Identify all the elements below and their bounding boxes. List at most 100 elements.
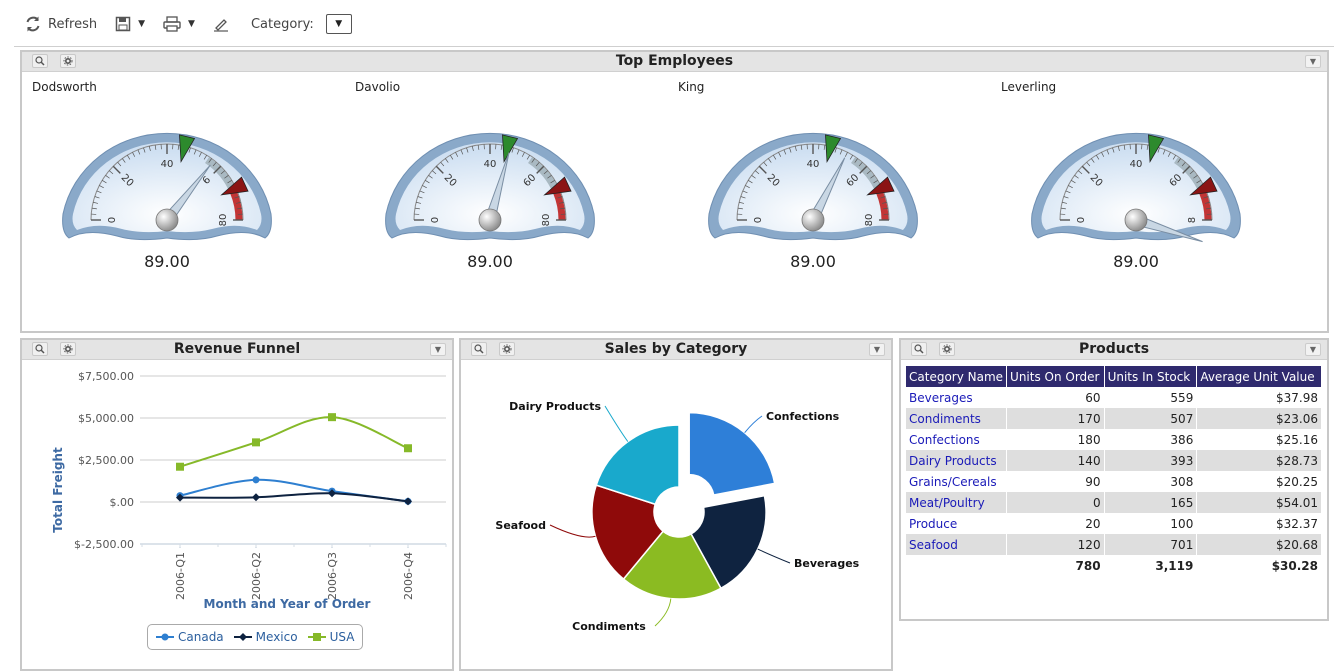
category-link[interactable]: Seafood bbox=[906, 534, 1007, 555]
y-tick-label: $7,500.00 bbox=[78, 370, 134, 383]
x-tick-label: 2006-Q1 bbox=[174, 552, 187, 600]
top-employees-panel: Top Employees ▼ Dodsworth0204068089.00Da… bbox=[20, 50, 1329, 333]
legend-item-mexico[interactable]: Mexico bbox=[234, 630, 298, 644]
table-cell: 308 bbox=[1104, 471, 1197, 492]
panel-menu-dropdown[interactable]: ▼ bbox=[1305, 55, 1321, 68]
data-point-mexico[interactable] bbox=[252, 493, 260, 501]
gauge-tick-label: 0 bbox=[428, 217, 439, 223]
table-row: Seafood120701$20.68 bbox=[906, 534, 1322, 555]
table-cell: $25.16 bbox=[1197, 429, 1322, 450]
panel-menu-dropdown[interactable]: ▼ bbox=[430, 343, 446, 356]
save-dropdown-caret[interactable]: ▼ bbox=[138, 19, 145, 29]
column-header[interactable]: Average Unit Value bbox=[1197, 366, 1322, 387]
x-tick-label: 2006-Q3 bbox=[326, 552, 339, 600]
table-row: Produce20100$32.37 bbox=[906, 513, 1322, 534]
y-tick-label: $.00 bbox=[110, 496, 135, 509]
table-cell: 100 bbox=[1104, 513, 1197, 534]
pie-label-connector bbox=[758, 549, 790, 563]
table-cell: 170 bbox=[1007, 408, 1105, 429]
panel-menu-dropdown[interactable]: ▼ bbox=[869, 343, 885, 356]
category-select[interactable]: ▼ bbox=[326, 14, 352, 34]
data-point-usa[interactable] bbox=[404, 444, 412, 452]
table-cell: $20.68 bbox=[1197, 534, 1322, 555]
data-point-usa[interactable] bbox=[252, 438, 260, 446]
category-link[interactable]: Confections bbox=[906, 429, 1007, 450]
category-link[interactable]: Condiments bbox=[906, 408, 1007, 429]
gauge-tick-label: 40 bbox=[484, 159, 497, 170]
refresh-label: Refresh bbox=[48, 17, 97, 32]
pie-slice-confections[interactable] bbox=[689, 413, 774, 495]
print-dropdown-caret[interactable]: ▼ bbox=[188, 19, 195, 29]
gauge-value: 89.00 bbox=[410, 252, 570, 271]
data-point-mexico[interactable] bbox=[404, 497, 412, 505]
panel-title: Sales by Category bbox=[461, 341, 891, 357]
gauge-label: Davolio bbox=[355, 80, 400, 94]
gauge-tick-label: 80 bbox=[864, 214, 875, 227]
data-point-usa[interactable] bbox=[176, 463, 184, 471]
category-link[interactable]: Produce bbox=[906, 513, 1007, 534]
panel-header: Revenue Funnel ▼ bbox=[22, 340, 452, 360]
column-header[interactable]: Units In Stock bbox=[1104, 366, 1197, 387]
column-header[interactable]: Units On Order bbox=[1007, 366, 1105, 387]
pie-label-connector bbox=[745, 416, 762, 433]
print-icon bbox=[163, 16, 181, 32]
table-cell: $37.98 bbox=[1197, 387, 1322, 408]
y-tick-label: $5,000.00 bbox=[78, 412, 134, 425]
gauge-knob bbox=[156, 209, 178, 231]
category-link[interactable]: Dairy Products bbox=[906, 450, 1007, 471]
gauge-dodsworth: Dodsworth0204068089.00 bbox=[27, 80, 351, 300]
save-button[interactable]: ▼ bbox=[115, 16, 145, 32]
series-line-usa bbox=[180, 417, 408, 467]
gauge-label: Dodsworth bbox=[32, 80, 97, 94]
gauge-label: Leverling bbox=[1001, 80, 1056, 94]
refresh-button[interactable]: Refresh bbox=[24, 15, 97, 33]
totals-row: 7803,119$30.28 bbox=[906, 555, 1322, 576]
table-cell: 507 bbox=[1104, 408, 1197, 429]
table-cell: 393 bbox=[1104, 450, 1197, 471]
gauge-leverling: Leverling0204060889.00 bbox=[996, 80, 1320, 300]
table-cell: $23.06 bbox=[1197, 408, 1322, 429]
y-tick-label: $-2,500.00 bbox=[74, 538, 134, 551]
products-table: Category NameUnits On OrderUnits In Stoc… bbox=[906, 366, 1322, 576]
category-link[interactable]: Grains/Cereals bbox=[906, 471, 1007, 492]
gauge-king: King02040608089.00 bbox=[673, 80, 997, 300]
gauge-tick-label: 8 bbox=[1187, 217, 1198, 223]
table-row: Meat/Poultry0165$54.01 bbox=[906, 492, 1322, 513]
data-point-usa[interactable] bbox=[328, 413, 336, 421]
table-row: Beverages60559$37.98 bbox=[906, 387, 1322, 408]
pie-label-connector bbox=[655, 599, 671, 626]
category-link[interactable]: Meat/Poultry bbox=[906, 492, 1007, 513]
table-row: Confections180386$25.16 bbox=[906, 429, 1322, 450]
gauge-tick-label: 0 bbox=[1074, 217, 1085, 223]
data-point-canada[interactable] bbox=[253, 476, 260, 483]
table-cell: 20 bbox=[1007, 513, 1105, 534]
gauge-label: King bbox=[678, 80, 704, 94]
category-link[interactable]: Beverages bbox=[906, 387, 1007, 408]
pie-label: Beverages bbox=[794, 557, 860, 570]
gauge-tick-label: 80 bbox=[218, 214, 229, 227]
print-button[interactable]: ▼ bbox=[163, 16, 195, 32]
pie-label: Condiments bbox=[572, 620, 646, 633]
panel-menu-dropdown[interactable]: ▼ bbox=[1305, 343, 1321, 356]
legend-swatch bbox=[308, 632, 326, 642]
panel-header: Sales by Category ▼ bbox=[461, 340, 891, 360]
revenue-line-chart: $7,500.00$5,000.00$2,500.00$.00$-2,500.0… bbox=[22, 362, 452, 642]
edit-button[interactable] bbox=[213, 16, 229, 32]
total-cell: 780 bbox=[1007, 555, 1105, 576]
legend-label: USA bbox=[330, 630, 355, 644]
category-label: Category: bbox=[251, 17, 314, 32]
table-cell: 120 bbox=[1007, 534, 1105, 555]
gauge-value: 89.00 bbox=[733, 252, 893, 271]
table-cell: 140 bbox=[1007, 450, 1105, 471]
x-axis-title: Month and Year of Order bbox=[204, 597, 371, 611]
sales-by-category-panel: Sales by Category ▼ ConfectionsBeverages… bbox=[459, 338, 893, 671]
table-cell: 60 bbox=[1007, 387, 1105, 408]
column-header[interactable]: Category Name bbox=[906, 366, 1007, 387]
revenue-funnel-panel: Revenue Funnel ▼ $7,500.00$5,000.00$2,50… bbox=[20, 338, 454, 671]
legend-item-usa[interactable]: USA bbox=[308, 630, 355, 644]
table-cell: $20.25 bbox=[1197, 471, 1322, 492]
gauge-tick-label: 40 bbox=[161, 159, 174, 170]
total-cell: 3,119 bbox=[1104, 555, 1197, 576]
table-cell: 701 bbox=[1104, 534, 1197, 555]
legend-item-canada[interactable]: Canada bbox=[156, 630, 224, 644]
